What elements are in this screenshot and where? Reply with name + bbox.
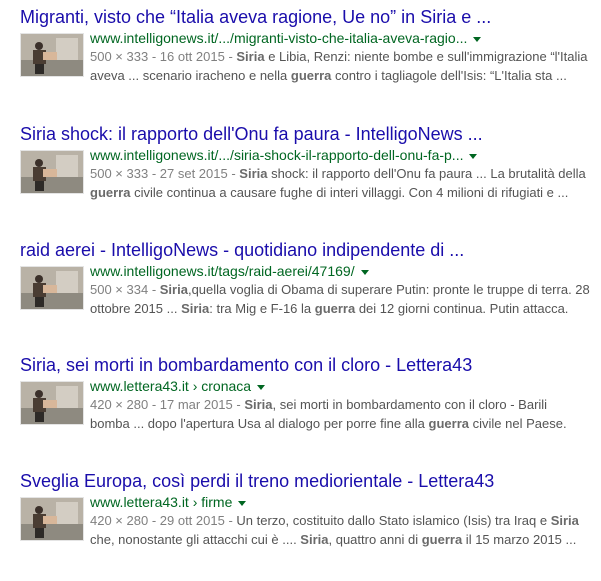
result-date: 27 set 2015: [159, 166, 228, 181]
result-title-link[interactable]: Migranti, visto che “Italia aveva ragion…: [20, 6, 590, 28]
snippet-text: Siria,quella voglia di Obama di superare…: [90, 282, 590, 316]
highlighted-term: guerra: [314, 301, 356, 316]
result-snippet: 500 × 333 - 27 set 2015 - Siria shock: i…: [90, 166, 586, 200]
photo-icon: [21, 34, 83, 76]
highlighted-term: Siria: [159, 282, 188, 297]
search-result: Siria shock: il rapporto dell'Onu fa pau…: [20, 123, 590, 226]
image-dimensions: 500 × 334: [90, 282, 149, 297]
image-dimensions: 500 × 333: [90, 49, 149, 64]
result-thumbnail[interactable]: [20, 150, 84, 194]
search-result: raid aerei - IntelligoNews - quotidiano …: [20, 239, 590, 342]
photo-icon: [21, 267, 83, 309]
result-title-link[interactable]: Siria shock: il rapporto dell'Onu fa pau…: [20, 123, 590, 145]
result-title-link[interactable]: Siria, sei morti in bombardamento con il…: [20, 354, 590, 376]
snippet-segment: civile nel Paese.: [469, 416, 567, 431]
chevron-down-icon[interactable]: [473, 36, 482, 42]
result-url[interactable]: www.intelligonews.it/.../migranti-visto-…: [90, 30, 467, 46]
result-thumbnail[interactable]: [20, 33, 84, 77]
highlighted-term: Siria: [300, 532, 329, 547]
snippet-segment: civile continua a causare fughe di inter…: [130, 185, 569, 200]
photo-icon: [21, 382, 83, 424]
snippet-segment: il 15 marzo 2015 ...: [462, 532, 577, 547]
result-thumbnail[interactable]: [20, 497, 84, 541]
highlighted-term: guerra: [90, 185, 131, 200]
chevron-down-icon[interactable]: [257, 384, 266, 390]
search-result: Migranti, visto che “Italia aveva ragion…: [20, 6, 590, 109]
highlighted-term: Siria: [244, 397, 273, 412]
snippet-segment: dei 12 giorni continua. Putin attacca.: [355, 301, 569, 316]
highlighted-term: guerra: [428, 416, 469, 431]
snippet-segment: Un terzo, costituito dallo Stato islamic…: [236, 513, 551, 528]
result-url[interactable]: www.lettera43.it › cronaca: [90, 378, 251, 394]
result-date: 29 ott 2015: [159, 513, 225, 528]
image-dimensions: 500 × 333: [90, 166, 149, 181]
result-date: 17 mar 2015: [159, 397, 233, 412]
result-title-link[interactable]: raid aerei - IntelligoNews - quotidiano …: [20, 239, 590, 261]
result-date: 16 ott 2015: [159, 49, 225, 64]
photo-icon: [21, 498, 83, 540]
highlighted-term: guerra: [290, 68, 332, 83]
result-url[interactable]: www.intelligonews.it/tags/raid-aerei/471…: [90, 263, 355, 279]
snippet-segment: che, nonostante gli attacchi cui è ....: [90, 532, 301, 547]
chevron-down-icon[interactable]: [360, 269, 369, 275]
highlighted-term: Siria: [236, 49, 265, 64]
highlighted-term: guerra: [421, 532, 463, 547]
result-snippet: 420 × 280 - 17 mar 2015 - Siria, sei mor…: [90, 397, 567, 431]
photo-icon: [21, 151, 83, 193]
search-result: Sveglia Europa, così perdi il treno medi…: [20, 470, 590, 573]
snippet-segment: , quattro anni di: [328, 532, 422, 547]
highlighted-term: Siria: [181, 301, 210, 316]
result-url[interactable]: www.lettera43.it › firme: [90, 494, 232, 510]
highlighted-term: Siria: [550, 513, 579, 528]
result-title-link[interactable]: Sveglia Europa, così perdi il treno medi…: [20, 470, 590, 492]
result-url[interactable]: www.intelligonews.it/.../siria-shock-il-…: [90, 147, 463, 163]
snippet-segment: : tra Mig e F-16 la: [209, 301, 315, 316]
result-snippet: 500 × 333 - 16 ott 2015 - Siria e Libia,…: [90, 49, 588, 83]
highlighted-term: Siria: [239, 166, 268, 181]
chevron-down-icon[interactable]: [238, 500, 247, 506]
result-snippet: 500 × 334 - Siria,quella voglia di Obama…: [90, 282, 590, 316]
chevron-down-icon[interactable]: [469, 153, 478, 159]
result-thumbnail[interactable]: [20, 266, 84, 310]
result-thumbnail[interactable]: [20, 381, 84, 425]
image-dimensions: 420 × 280: [90, 397, 149, 412]
result-snippet: 420 × 280 - 29 ott 2015 - Un terzo, cost…: [90, 513, 579, 547]
snippet-segment: shock: il rapporto dell'Onu fa paura ...…: [267, 166, 586, 181]
search-result: Siria, sei morti in bombardamento con il…: [20, 354, 590, 457]
image-dimensions: 420 × 280: [90, 513, 149, 528]
snippet-segment: contro i tagliagole dell'Isis: “L'Italia…: [331, 68, 567, 83]
